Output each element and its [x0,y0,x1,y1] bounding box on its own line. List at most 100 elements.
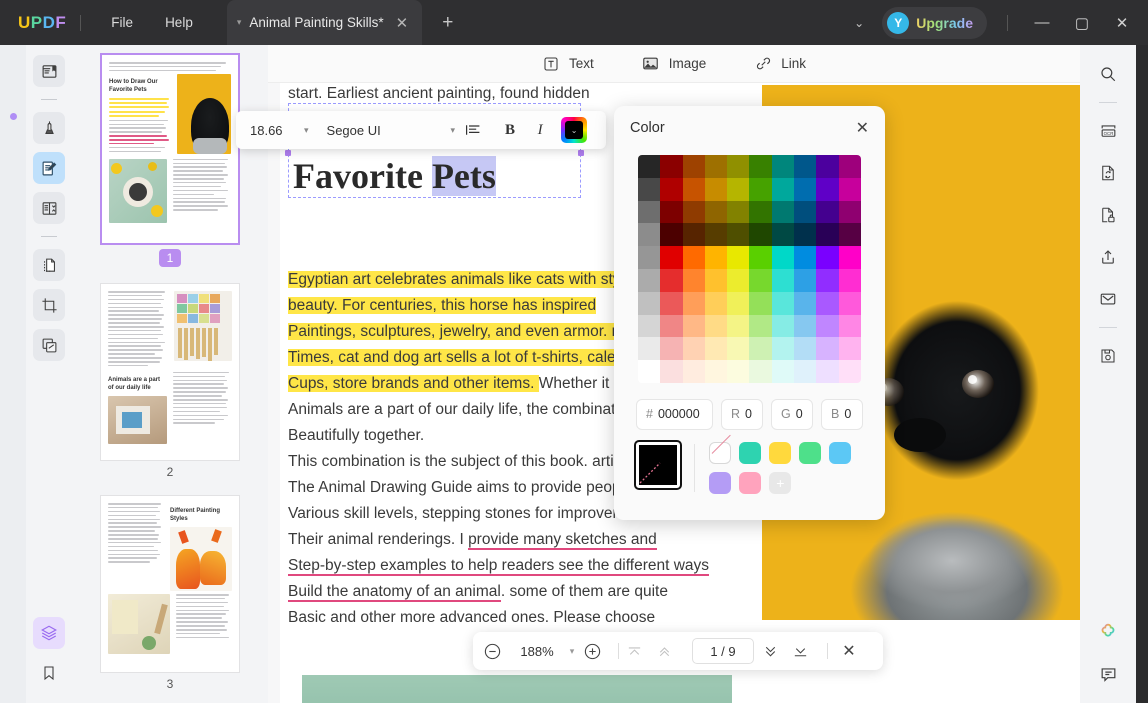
color-cell[interactable] [683,223,705,246]
color-cell[interactable] [839,223,861,246]
color-cell[interactable] [638,201,660,224]
chevron-down-icon[interactable]: ▾ [237,17,242,28]
close-icon[interactable]: ✕ [392,14,413,32]
color-cell[interactable] [816,360,838,383]
color-cell[interactable] [727,315,749,338]
color-cell[interactable] [816,269,838,292]
color-cell[interactable] [839,269,861,292]
color-cell[interactable] [638,155,660,178]
color-cell[interactable] [816,315,838,338]
color-cell[interactable] [727,246,749,269]
color-cell[interactable] [638,360,660,383]
maximize-button[interactable]: ▢ [1062,14,1102,32]
color-cell[interactable] [727,178,749,201]
color-cell[interactable] [705,246,727,269]
color-cell[interactable] [705,201,727,224]
swatch-teal[interactable] [739,442,761,464]
color-cell[interactable] [660,269,682,292]
color-cell[interactable] [772,155,794,178]
color-cell[interactable] [660,337,682,360]
toolbar-link-button[interactable]: Link [754,55,806,73]
prev-page-button[interactable] [656,643,684,660]
close-icon[interactable]: ✕ [856,118,869,138]
color-cell[interactable] [683,269,705,292]
italic-button[interactable]: I [525,122,555,139]
color-cell[interactable] [772,246,794,269]
color-cell[interactable] [638,269,660,292]
bold-button[interactable]: B [495,122,525,139]
color-cell[interactable] [772,269,794,292]
color-cell[interactable] [839,360,861,383]
sidebar-item-share[interactable] [1092,241,1124,273]
color-cell[interactable] [638,337,660,360]
swatch-yellow[interactable] [769,442,791,464]
color-cell[interactable] [705,178,727,201]
sidebar-item-edit-pdf[interactable] [33,152,65,184]
color-cell[interactable] [816,246,838,269]
color-cell[interactable] [727,337,749,360]
color-cell[interactable] [727,292,749,315]
color-cell[interactable] [660,201,682,224]
color-cell[interactable] [839,155,861,178]
close-zoombar-button[interactable]: ✕ [835,641,863,661]
sidebar-item-layers[interactable] [33,617,65,649]
color-cell[interactable] [772,315,794,338]
color-cell[interactable] [794,155,816,178]
swatch-green[interactable] [799,442,821,464]
color-cell[interactable] [794,292,816,315]
sidebar-item-ai-assistant[interactable] [1092,616,1124,648]
sidebar-item-save[interactable] [1092,340,1124,372]
red-field[interactable]: R 0 [721,399,763,430]
color-cell[interactable] [638,292,660,315]
color-cell[interactable] [749,269,771,292]
color-cell[interactable] [705,269,727,292]
color-cell[interactable] [638,246,660,269]
color-cell[interactable] [660,292,682,315]
text-color-button[interactable]: ⌄ [561,117,587,143]
font-size-input[interactable]: 18.66 [244,123,300,138]
blue-field[interactable]: B 0 [821,399,863,430]
color-cell[interactable] [772,201,794,224]
color-cell[interactable] [794,246,816,269]
first-page-button[interactable] [626,643,654,660]
resize-handle-left[interactable] [285,150,291,156]
color-cell[interactable] [683,155,705,178]
document-tab[interactable]: ▾ Animal Painting Skills* ✕ [227,0,422,45]
color-cell[interactable] [794,178,816,201]
zoom-out-button[interactable] [483,642,511,661]
color-cell[interactable] [772,178,794,201]
zoom-in-button[interactable] [583,642,611,661]
sidebar-item-compare[interactable] [33,329,65,361]
color-cell[interactable] [660,360,682,383]
thumbnail-page-3[interactable]: Different Painting Styles [100,495,240,673]
color-cell[interactable] [749,246,771,269]
color-cell[interactable] [683,315,705,338]
resize-handle-right[interactable] [578,150,584,156]
thumbnail-page-2[interactable]: Animals are a part of our daily life [100,283,240,461]
color-cell[interactable] [683,337,705,360]
thumbnail-page-1[interactable]: How to Draw Our Favorite Pets [100,53,240,245]
saved-swatches[interactable]: + [709,442,863,494]
color-cell[interactable] [705,223,727,246]
color-cell[interactable] [638,223,660,246]
color-cell[interactable] [749,292,771,315]
page-indicator[interactable]: 1 / 9 [692,638,754,664]
sidebar-item-comment[interactable] [33,112,65,144]
zoom-chevron-down-icon[interactable]: ▾ [563,646,581,657]
swatch-blue[interactable] [829,442,851,464]
color-cell[interactable] [660,223,682,246]
color-cell[interactable] [794,269,816,292]
sidebar-item-organize-pages[interactable] [33,192,65,224]
new-tab-button[interactable]: + [436,12,459,34]
sidebar-item-comments-panel[interactable] [1092,658,1124,690]
sidebar-item-email[interactable] [1092,283,1124,315]
color-cell[interactable] [727,201,749,224]
last-page-button[interactable] [792,643,820,660]
align-button[interactable] [465,123,495,137]
toolbar-text-button[interactable]: Text [542,55,594,73]
color-cell[interactable] [660,178,682,201]
color-cell[interactable] [839,201,861,224]
sidebar-item-bookmarks[interactable] [33,657,65,689]
font-family-chevron-down-icon[interactable]: ▾ [447,125,466,136]
color-cell[interactable] [839,246,861,269]
